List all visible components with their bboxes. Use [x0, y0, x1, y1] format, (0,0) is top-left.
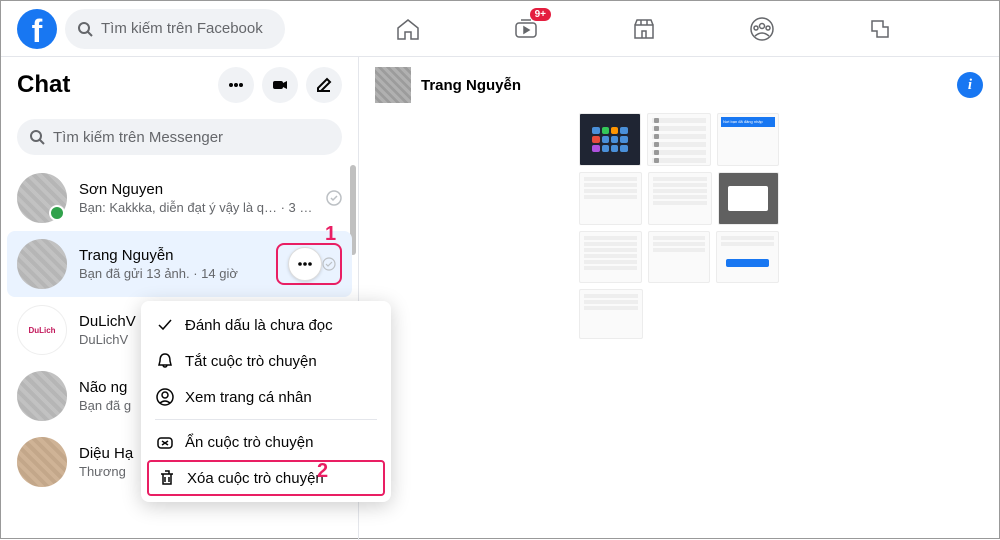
- gaming-icon: [867, 16, 893, 42]
- watch-tab[interactable]: 9+: [471, 4, 581, 54]
- menuitem-label: Tắt cuộc trò chuyện: [185, 353, 317, 370]
- conversation-name: Trang Nguyễn: [79, 247, 276, 264]
- home-icon: [395, 16, 421, 42]
- message-image[interactable]: [716, 231, 779, 283]
- view-profile-menuitem[interactable]: Xem trang cá nhân: [141, 379, 391, 415]
- delete-conversation-menuitem[interactable]: Xóa cuộc trò chuyện: [147, 460, 385, 496]
- profile-icon: [155, 387, 175, 407]
- conversation-messages[interactable]: Nơi bạn đã đăng nhập: [359, 113, 999, 540]
- conversation-more-button[interactable]: [288, 247, 322, 281]
- conversation-preview: Bạn đã gửi 13 ảnh. · 14 giờ: [79, 266, 276, 281]
- search-icon: [77, 21, 93, 37]
- conversation-name: Sơn Nguyen: [79, 181, 318, 198]
- marketplace-tab[interactable]: [589, 4, 699, 54]
- facebook-logo[interactable]: f: [17, 9, 57, 49]
- check-icon: [155, 315, 175, 335]
- groups-icon: [749, 16, 775, 42]
- annotation-marker-2: 2: [317, 460, 328, 483]
- menuitem-label: Ẩn cuộc trò chuyện: [185, 434, 313, 451]
- watch-badge: 9+: [530, 8, 551, 21]
- ellipsis-icon: [296, 255, 314, 273]
- conversation-item-selected[interactable]: Trang Nguyễn Bạn đã gửi 13 ảnh. · 14 giờ: [7, 231, 352, 297]
- marketplace-icon: [631, 16, 657, 42]
- conversation-avatar[interactable]: [375, 67, 411, 103]
- new-message-button[interactable]: [306, 67, 342, 103]
- hide-conversation-menuitem[interactable]: Ẩn cuộc trò chuyện: [141, 424, 391, 460]
- conversation-panel: Trang Nguyễn i Nơi bạn đã đăng nhập: [359, 57, 999, 540]
- groups-tab[interactable]: [707, 4, 817, 54]
- avatar: [17, 173, 67, 223]
- bell-icon: [155, 351, 175, 371]
- delivered-icon: [326, 190, 342, 206]
- conversation-info-button[interactable]: i: [957, 72, 983, 98]
- avatar: [17, 371, 67, 421]
- messenger-search[interactable]: Tìm kiếm trên Messenger: [17, 119, 342, 155]
- ellipsis-icon: [227, 76, 245, 94]
- message-image[interactable]: [579, 113, 641, 166]
- nav-tabs: 9+: [305, 4, 983, 54]
- conversation-header-name[interactable]: Trang Nguyễn: [421, 77, 957, 94]
- menu-divider: [155, 419, 377, 420]
- compose-icon: [315, 76, 333, 94]
- home-tab[interactable]: [353, 4, 463, 54]
- mute-menuitem[interactable]: Tắt cuộc trò chuyện: [141, 343, 391, 379]
- delivered-icon: [322, 257, 336, 271]
- trash-icon: [157, 468, 177, 488]
- chat-options-button[interactable]: [218, 67, 254, 103]
- new-room-button[interactable]: [262, 67, 298, 103]
- conversation-header: Trang Nguyễn i: [359, 57, 999, 113]
- conversation-item[interactable]: Sơn Nguyen Bạn: Kakkka, diễn đạt ý vậy l…: [7, 165, 352, 231]
- message-image[interactable]: [579, 172, 642, 225]
- menuitem-label: Đánh dấu là chưa đọc: [185, 317, 333, 334]
- top-navigation: f Tìm kiếm trên Facebook 9+: [1, 1, 999, 57]
- message-image[interactable]: [718, 172, 779, 225]
- global-search[interactable]: Tìm kiếm trên Facebook: [65, 9, 285, 49]
- message-image[interactable]: Nơi bạn đã đăng nhập: [717, 113, 779, 166]
- hide-icon: [155, 432, 175, 452]
- video-icon: [271, 76, 289, 94]
- search-icon: [29, 129, 45, 145]
- mark-unread-menuitem[interactable]: Đánh dấu là chưa đọc: [141, 307, 391, 343]
- conversation-preview: Bạn: Kakkka, diễn đạt ý vậy là q… · 3 gi…: [79, 200, 318, 215]
- menuitem-label: Xem trang cá nhân: [185, 389, 312, 406]
- search-placeholder: Tìm kiếm trên Facebook: [101, 20, 263, 37]
- messenger-search-placeholder: Tìm kiếm trên Messenger: [53, 129, 223, 146]
- avatar: [17, 239, 67, 289]
- annotation-marker-1: 1: [325, 223, 336, 246]
- avatar: [17, 437, 67, 487]
- message-image[interactable]: [647, 113, 711, 166]
- message-image[interactable]: [579, 289, 643, 339]
- chat-title: Chat: [17, 71, 210, 99]
- message-image[interactable]: [579, 231, 642, 283]
- message-image[interactable]: [648, 231, 711, 283]
- menuitem-label: Xóa cuộc trò chuyện: [187, 470, 324, 487]
- message-image[interactable]: [648, 172, 711, 225]
- gaming-tab[interactable]: [825, 4, 935, 54]
- avatar: DuLich: [17, 305, 67, 355]
- chat-header: Chat: [1, 57, 358, 113]
- more-highlight-annotation: [276, 243, 342, 285]
- conversation-context-menu: Đánh dấu là chưa đọc Tắt cuộc trò chuyện…: [141, 301, 391, 502]
